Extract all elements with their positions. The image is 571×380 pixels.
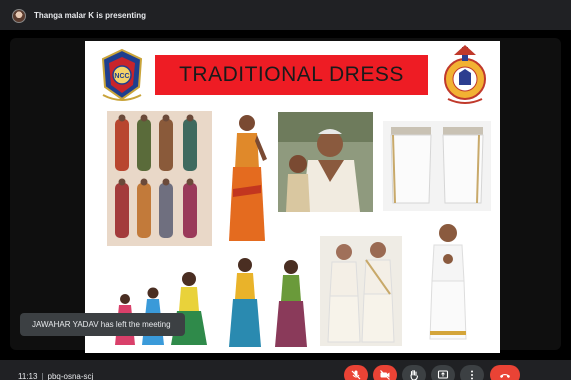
women-half-saree-photo (225, 253, 313, 349)
presenter-avatar (12, 9, 26, 23)
participant-left-toast: JAWAHAR YADAV has left the meeting (20, 313, 185, 336)
mic-off-icon (351, 370, 361, 380)
woman-saree-photo (223, 109, 271, 249)
mic-toggle-button[interactable] (344, 365, 368, 380)
camera-off-icon (380, 370, 390, 380)
toast-text: JAWAHAR YADAV has left the meeting (32, 320, 171, 329)
man-dhoti-photo (410, 219, 486, 347)
saree-styles-photo (107, 111, 212, 246)
more-options-button[interactable] (460, 365, 484, 380)
meeting-info: 11:13 | pbq-osna-scj (18, 372, 93, 380)
emblem-text: NCC (114, 73, 129, 80)
slide-title-banner: TRADITIONAL DRESS (155, 55, 428, 95)
more-vert-icon (471, 370, 473, 380)
meeting-time: 11:13 (18, 372, 38, 380)
present-screen-button[interactable] (431, 365, 455, 380)
men-veshti-photo (320, 236, 402, 346)
leave-call-button[interactable] (490, 365, 520, 380)
meeting-code: pbq-osna-scj (47, 372, 94, 380)
raise-hand-button[interactable] (402, 365, 426, 380)
hang-up-icon (500, 374, 510, 378)
white-dhoti-photo (383, 121, 491, 211)
present-screen-icon (437, 370, 449, 379)
slide-title: TRADITIONAL DRESS (179, 63, 404, 86)
meeting-separator: | (41, 372, 44, 380)
raise-hand-icon (410, 369, 419, 380)
shared-slide: NCC TRADITIONAL DRESS (85, 41, 500, 353)
ncc-emblem-icon: NCC (101, 48, 143, 101)
crest-emblem-icon (444, 45, 486, 104)
elder-with-child-photo (278, 112, 373, 212)
camera-toggle-button[interactable] (373, 365, 397, 380)
presenter-label: Thanga malar K is presenting (34, 11, 147, 20)
